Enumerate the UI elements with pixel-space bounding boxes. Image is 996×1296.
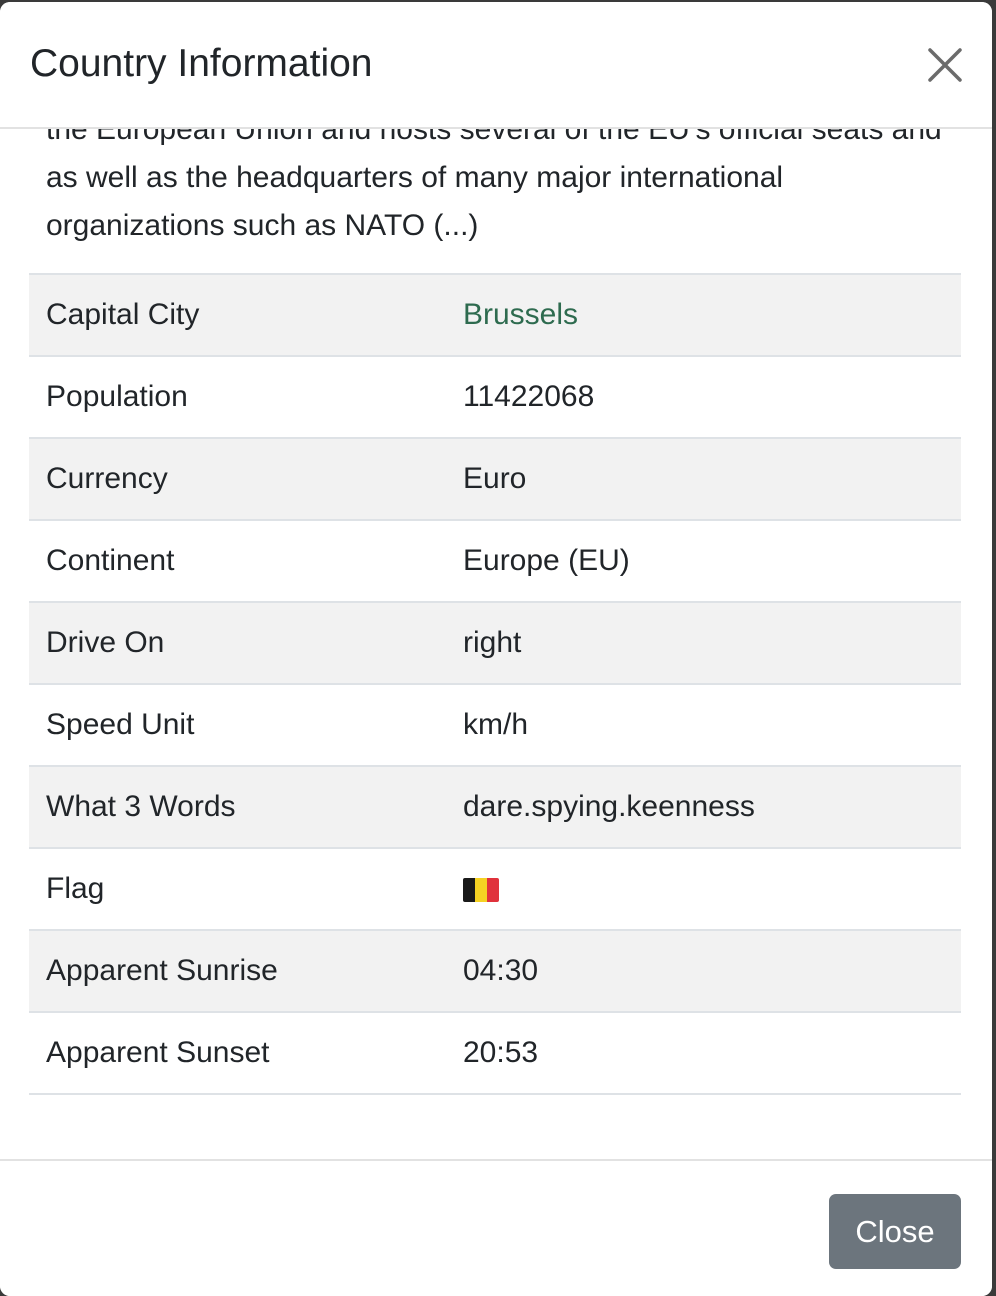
table-row-what3words: What 3 Words dare.spying.keenness <box>29 766 961 849</box>
row-value: 04:30 <box>446 930 961 1013</box>
row-value: 20:53 <box>446 1012 961 1095</box>
row-value: km/h <box>446 684 961 767</box>
flag-stripe-black <box>463 878 475 903</box>
country-summary-text: the European Union and hosts several of … <box>46 129 942 242</box>
row-label: What 3 Words <box>29 766 446 849</box>
table-row-drive-on: Drive On right <box>29 602 961 685</box>
row-label: Currency <box>29 438 446 521</box>
row-label: Capital City <box>29 274 446 357</box>
row-label: Flag <box>29 848 446 931</box>
table-row-apparent-sunset: Apparent Sunset 20:53 <box>29 1012 961 1095</box>
table-row-population: Population 11422068 <box>29 356 961 439</box>
row-label: Population <box>29 356 446 439</box>
flag-stripe-red <box>487 878 499 903</box>
close-icon[interactable] <box>922 42 968 88</box>
close-x-glyph <box>928 48 962 82</box>
row-label: Continent <box>29 520 446 603</box>
belgium-flag-icon <box>463 878 499 903</box>
row-value: right <box>446 602 961 685</box>
row-value: dare.spying.keenness <box>446 766 961 849</box>
row-label: Apparent Sunrise <box>29 930 446 1013</box>
capital-city-link[interactable]: Brussels <box>463 298 578 331</box>
modal-title: Country Information <box>30 42 373 85</box>
row-label: Speed Unit <box>29 684 446 767</box>
row-label: Drive On <box>29 602 446 685</box>
country-info-table: Capital City Brussels Population 1142206… <box>29 273 961 1095</box>
modal-body[interactable]: the European Union and hosts several of … <box>0 129 992 1159</box>
modal-header: Country Information <box>0 2 992 129</box>
modal-footer: Close <box>0 1159 992 1296</box>
row-value <box>446 848 961 931</box>
table-row-continent: Continent Europe (EU) <box>29 520 961 603</box>
table-row-capital-city: Capital City Brussels <box>29 274 961 357</box>
row-label: Apparent Sunset <box>29 1012 446 1095</box>
flag-stripe-yellow <box>475 878 487 903</box>
row-value: Europe (EU) <box>446 520 961 603</box>
country-info-modal: Country Information the European Union a… <box>0 2 992 1296</box>
table-row-flag: Flag <box>29 848 961 931</box>
table-row-currency: Currency Euro <box>29 438 961 521</box>
close-button[interactable]: Close <box>829 1194 961 1269</box>
row-value: Brussels <box>446 274 961 357</box>
table-row-apparent-sunrise: Apparent Sunrise 04:30 <box>29 930 961 1013</box>
table-row-speed-unit: Speed Unit km/h <box>29 684 961 767</box>
row-value: Euro <box>446 438 961 521</box>
row-value: 11422068 <box>446 356 961 439</box>
